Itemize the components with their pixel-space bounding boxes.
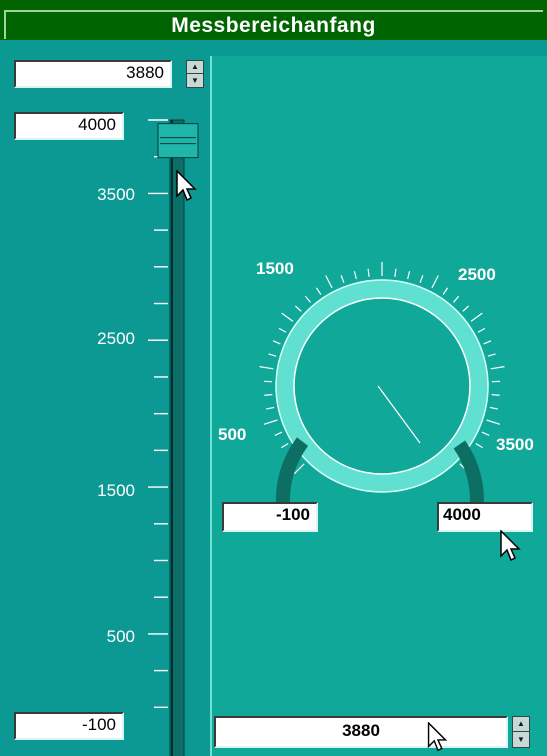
window-title: Messbereichanfang: [171, 14, 376, 37]
dial-label-3500: 3500: [496, 435, 534, 454]
dial-tick: [487, 353, 496, 357]
dial-tick: [431, 275, 439, 289]
dial-tick: [264, 394, 273, 396]
dial-tick: [274, 431, 283, 436]
dial-tick: [266, 406, 275, 410]
slider-thumb[interactable]: [157, 123, 199, 159]
spin-down-arrow-icon[interactable]: ▼: [513, 732, 529, 747]
dial-tick: [475, 442, 483, 449]
dial-tick: [407, 271, 411, 280]
dial-tick: [477, 327, 486, 333]
dial-tick: [470, 312, 483, 322]
dial-tick: [325, 275, 333, 289]
dial-tick: [462, 305, 470, 312]
dial-tick: [281, 312, 294, 322]
dial-tick: [486, 419, 501, 425]
dial-tick: [263, 419, 278, 425]
dial-tick: [481, 431, 490, 436]
slider-ticks: [148, 119, 168, 709]
dial-tick: [268, 353, 277, 357]
dial-tick: [452, 295, 460, 303]
dial-min-field[interactable]: -100: [222, 502, 318, 532]
dial-tick: [419, 275, 424, 284]
dial-tick: [281, 442, 289, 449]
dial-tick: [259, 366, 274, 370]
dial-tick: [491, 394, 500, 396]
dial-face[interactable]: [293, 297, 471, 475]
dial-max-field[interactable]: 4000: [437, 502, 533, 532]
dial-tick: [304, 295, 312, 303]
scale-label-1500: 1500: [97, 481, 135, 500]
dial-tick: [483, 340, 492, 345]
scale-label-3500: 3500: [97, 185, 135, 204]
dial-label-1500: 1500: [256, 259, 294, 278]
dial-tick: [294, 305, 302, 312]
vertical-slider[interactable]: [0, 56, 212, 756]
dial-tick: [340, 275, 345, 284]
spin-up-arrow-icon[interactable]: ▲: [513, 717, 529, 732]
dial-tick: [315, 287, 322, 295]
dial-tick: [367, 268, 370, 277]
dial-tick: [272, 340, 281, 345]
dial-label-2500: 2500: [458, 265, 496, 284]
dial-tick: [489, 406, 498, 410]
mouse-pointer-icon: [427, 722, 448, 752]
scale-label-2500: 2500: [97, 329, 135, 348]
dial-label-500: 500: [218, 425, 247, 444]
dial-tick: [278, 327, 287, 333]
bottom-value-field[interactable]: 3880: [214, 716, 508, 748]
dial-tick: [490, 366, 505, 370]
dial-tick: [353, 271, 357, 280]
mouse-pointer-icon: [500, 530, 521, 562]
bottom-spin-buttons[interactable]: ▲ ▼: [512, 716, 530, 748]
scale-label-500: 500: [106, 627, 135, 646]
dial-tick: [442, 287, 449, 295]
mouse-pointer-icon: [176, 170, 197, 202]
dial-tick: [394, 268, 397, 277]
